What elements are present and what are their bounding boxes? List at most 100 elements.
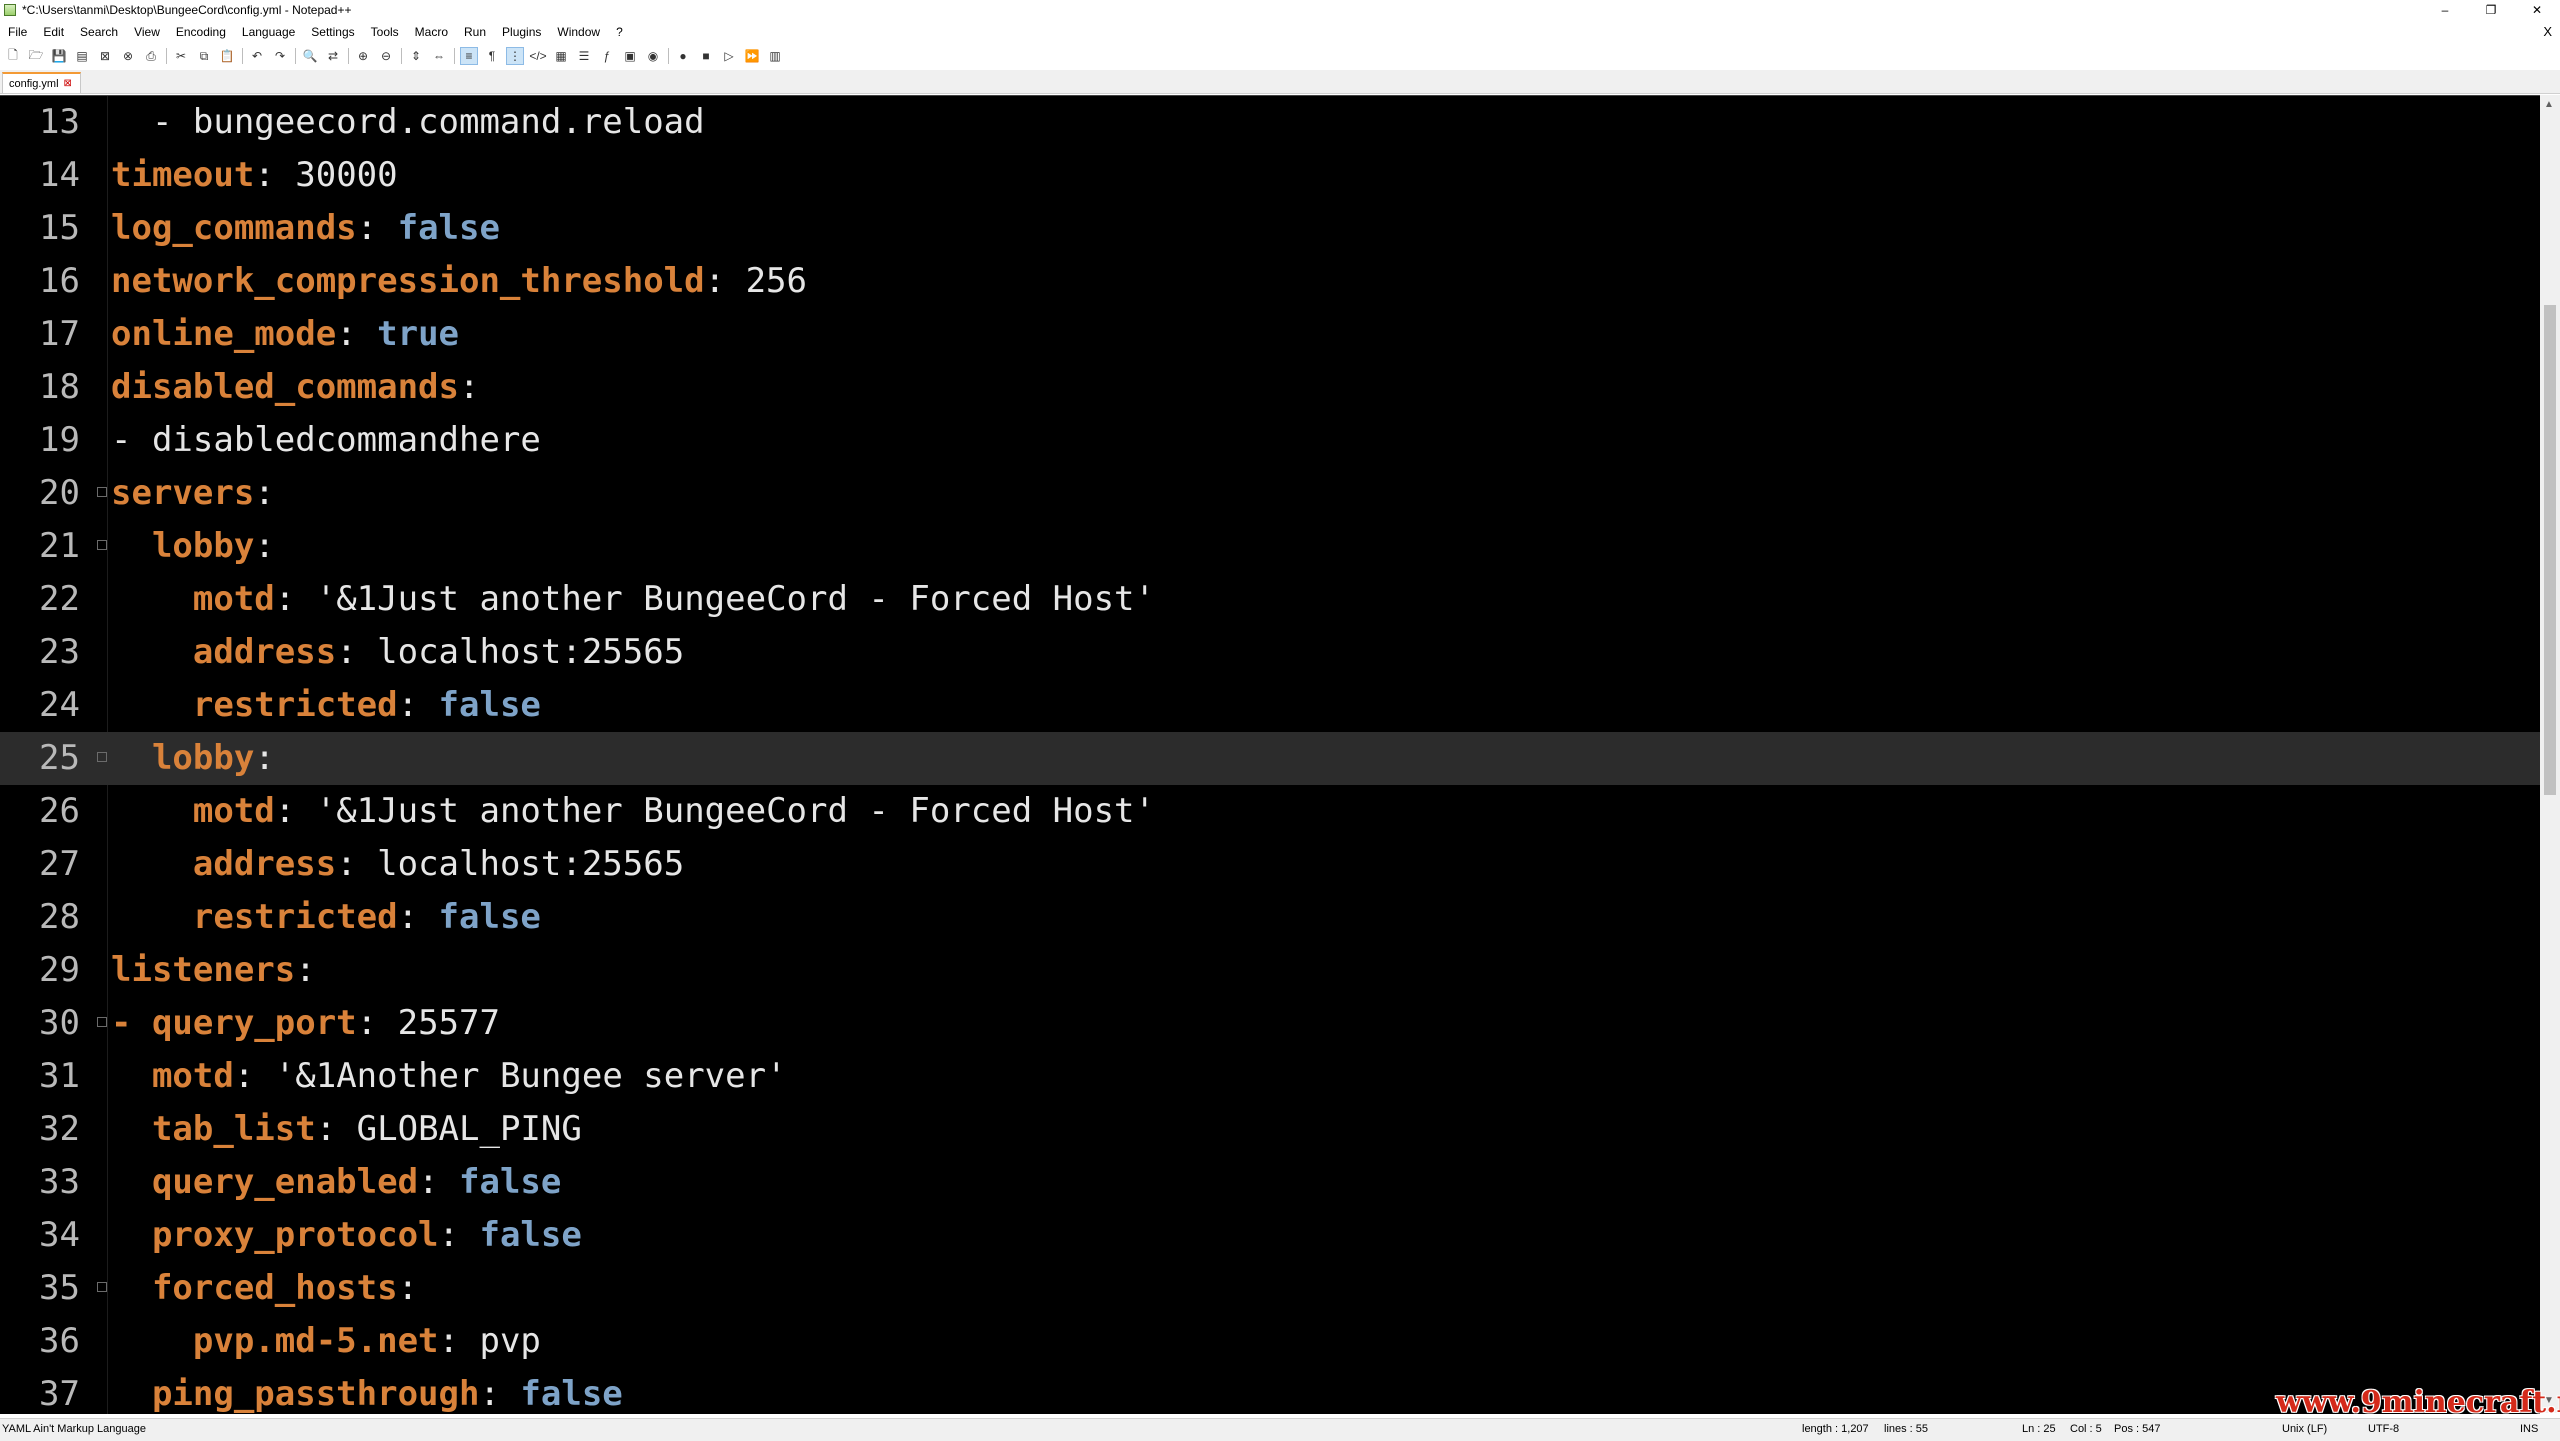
code-line[interactable]: 20 servers:: [0, 467, 2540, 520]
copy-icon[interactable]: ⧉: [195, 47, 213, 65]
token-bool: false: [520, 1374, 623, 1414]
token-punct: :: [233, 1056, 275, 1096]
sync-horizontal-icon[interactable]: ⇔: [430, 47, 448, 65]
save-macro-icon[interactable]: ▥: [766, 47, 784, 65]
indent-guide-icon[interactable]: ⋮: [506, 47, 524, 65]
word-wrap-icon[interactable]: ≡: [460, 47, 478, 65]
code-line[interactable]: 16 network_compression_threshold: 256: [0, 255, 2540, 308]
function-list-icon[interactable]: ƒ: [598, 47, 616, 65]
vertical-scrollbar[interactable]: ▲ ▼: [2540, 95, 2560, 1413]
redo-icon[interactable]: ↷: [271, 47, 289, 65]
toolbar: 🗋 🗁 💾 ▤ ⊠ ⊗ ⎙ ✂ ⧉ 📋 ↶ ↷ 🔍 ⇄ ⊕ ⊖ ⇕ ⇔ ≡ ¶ ⋮ </> ▦ ☰ ƒ ▣ ◉ ● ■ ▷ ⏩ ▥: [0, 44, 2560, 68]
menu-run[interactable]: Run: [456, 25, 494, 39]
code-line[interactable]: 37 ping_passthrough: false: [0, 1368, 2540, 1414]
close-all-icon[interactable]: ⊗: [119, 47, 137, 65]
menu-window[interactable]: Window: [549, 25, 608, 39]
find-icon[interactable]: 🔍: [301, 47, 319, 65]
line-number: 14: [39, 155, 80, 195]
zoom-in-icon[interactable]: ⊕: [354, 47, 372, 65]
undo-icon[interactable]: ↶: [248, 47, 266, 65]
scroll-up-arrow-icon[interactable]: ▲: [2544, 99, 2554, 110]
play-macro-icon[interactable]: ▷: [720, 47, 738, 65]
new-file-icon[interactable]: 🗋: [4, 47, 22, 65]
code-line[interactable]: 31 motd: '&1Another Bungee server': [0, 1050, 2540, 1103]
code-line[interactable]: 33 query_enabled: false: [0, 1156, 2540, 1209]
fold-marker-icon[interactable]: [97, 540, 107, 550]
close-window-button[interactable]: ✕: [2514, 0, 2560, 20]
token-key: motd: [192, 579, 275, 619]
menu-help[interactable]: ?: [608, 25, 631, 39]
run-macro-multiple-icon[interactable]: ⏩: [743, 47, 761, 65]
menu-view[interactable]: View: [126, 25, 168, 39]
line-number: 29: [39, 950, 80, 990]
menu-encoding[interactable]: Encoding: [168, 25, 234, 39]
tab-config-yml[interactable]: config.yml ⊠: [2, 72, 81, 93]
menu-plugins[interactable]: Plugins: [494, 25, 549, 39]
folder-workspace-icon[interactable]: ▣: [621, 47, 639, 65]
toolbar-separator: [401, 48, 402, 64]
record-macro-icon[interactable]: ●: [674, 47, 692, 65]
document-list-icon[interactable]: ☰: [575, 47, 593, 65]
code-line[interactable]: 30 - query_port: 25577: [0, 997, 2540, 1050]
code-line[interactable]: 34 proxy_protocol: false: [0, 1209, 2540, 1262]
close-document-button[interactable]: X: [2543, 24, 2552, 39]
menu-settings[interactable]: Settings: [303, 25, 362, 39]
code-line[interactable]: 26 motd: '&1Just another BungeeCord - Fo…: [0, 785, 2540, 838]
menu-file[interactable]: File: [0, 25, 35, 39]
code-editor[interactable]: 13 - bungeecord.command.reload 14 timeout:…: [0, 95, 2540, 1414]
save-all-icon[interactable]: ▤: [73, 47, 91, 65]
scrollbar-thumb[interactable]: [2544, 305, 2556, 795]
code-line[interactable]: 25 lobby:: [0, 732, 2540, 785]
code-line[interactable]: 29 listeners:: [0, 944, 2540, 997]
print-icon[interactable]: ⎙: [142, 47, 160, 65]
code-line[interactable]: 36 pvp.md-5.net: pvp: [0, 1315, 2540, 1368]
fold-marker-icon[interactable]: [97, 487, 107, 497]
line-number: 15: [39, 208, 80, 248]
minimize-button[interactable]: –: [2422, 0, 2468, 20]
token-plain: localhost:25565: [377, 844, 685, 884]
monitoring-icon[interactable]: ◉: [644, 47, 662, 65]
menu-search[interactable]: Search: [72, 25, 126, 39]
zoom-out-icon[interactable]: ⊖: [377, 47, 395, 65]
code-line[interactable]: 13 - bungeecord.command.reload: [0, 96, 2540, 149]
code-line[interactable]: 24 restricted: false: [0, 679, 2540, 732]
token-key: ping_passthrough: [151, 1374, 480, 1414]
sync-vertical-icon[interactable]: ⇕: [407, 47, 425, 65]
xml-tag-icon[interactable]: </>: [529, 47, 547, 65]
code-line[interactable]: 28 restricted: false: [0, 891, 2540, 944]
code-line[interactable]: 21 lobby:: [0, 520, 2540, 573]
replace-icon[interactable]: ⇄: [324, 47, 342, 65]
code-line[interactable]: 15 log_commands: false: [0, 202, 2540, 255]
code-line[interactable]: 23 address: localhost:25565: [0, 626, 2540, 679]
fold-marker-icon[interactable]: [97, 1017, 107, 1027]
status-length: length : 1,207: [1802, 1423, 1869, 1435]
window-controls: – ❐ ✕: [2422, 0, 2560, 20]
open-file-icon[interactable]: 🗁: [27, 47, 45, 65]
fold-marker-icon[interactable]: [97, 752, 107, 762]
code-line[interactable]: 32 tab_list: GLOBAL_PING: [0, 1103, 2540, 1156]
code-line[interactable]: 14 timeout: 30000: [0, 149, 2540, 202]
menu-edit[interactable]: Edit: [35, 25, 72, 39]
document-map-icon[interactable]: ▦: [552, 47, 570, 65]
code-line[interactable]: 18 disabled_commands:: [0, 361, 2540, 414]
code-line[interactable]: 35 forced_hosts:: [0, 1262, 2540, 1315]
code-line[interactable]: 17 online_mode: true: [0, 308, 2540, 361]
save-icon[interactable]: 💾: [50, 47, 68, 65]
restore-button[interactable]: ❐: [2468, 0, 2514, 20]
close-icon[interactable]: ⊠: [96, 47, 114, 65]
stop-recording-icon[interactable]: ■: [697, 47, 715, 65]
line-number: 17: [39, 314, 80, 354]
show-all-chars-icon[interactable]: ¶: [483, 47, 501, 65]
fold-marker-icon[interactable]: [97, 1282, 107, 1292]
paste-icon[interactable]: 📋: [218, 47, 236, 65]
token-punct: :: [397, 1268, 419, 1308]
code-line[interactable]: 19 - disabledcommandhere: [0, 414, 2540, 467]
code-line[interactable]: 27 address: localhost:25565: [0, 838, 2540, 891]
cut-icon[interactable]: ✂: [172, 47, 190, 65]
menu-tools[interactable]: Tools: [363, 25, 407, 39]
menu-language[interactable]: Language: [234, 25, 303, 39]
menu-macro[interactable]: Macro: [407, 25, 456, 39]
tab-close-icon[interactable]: ⊠: [64, 78, 72, 89]
code-line[interactable]: 22 motd: '&1Just another BungeeCord - Fo…: [0, 573, 2540, 626]
